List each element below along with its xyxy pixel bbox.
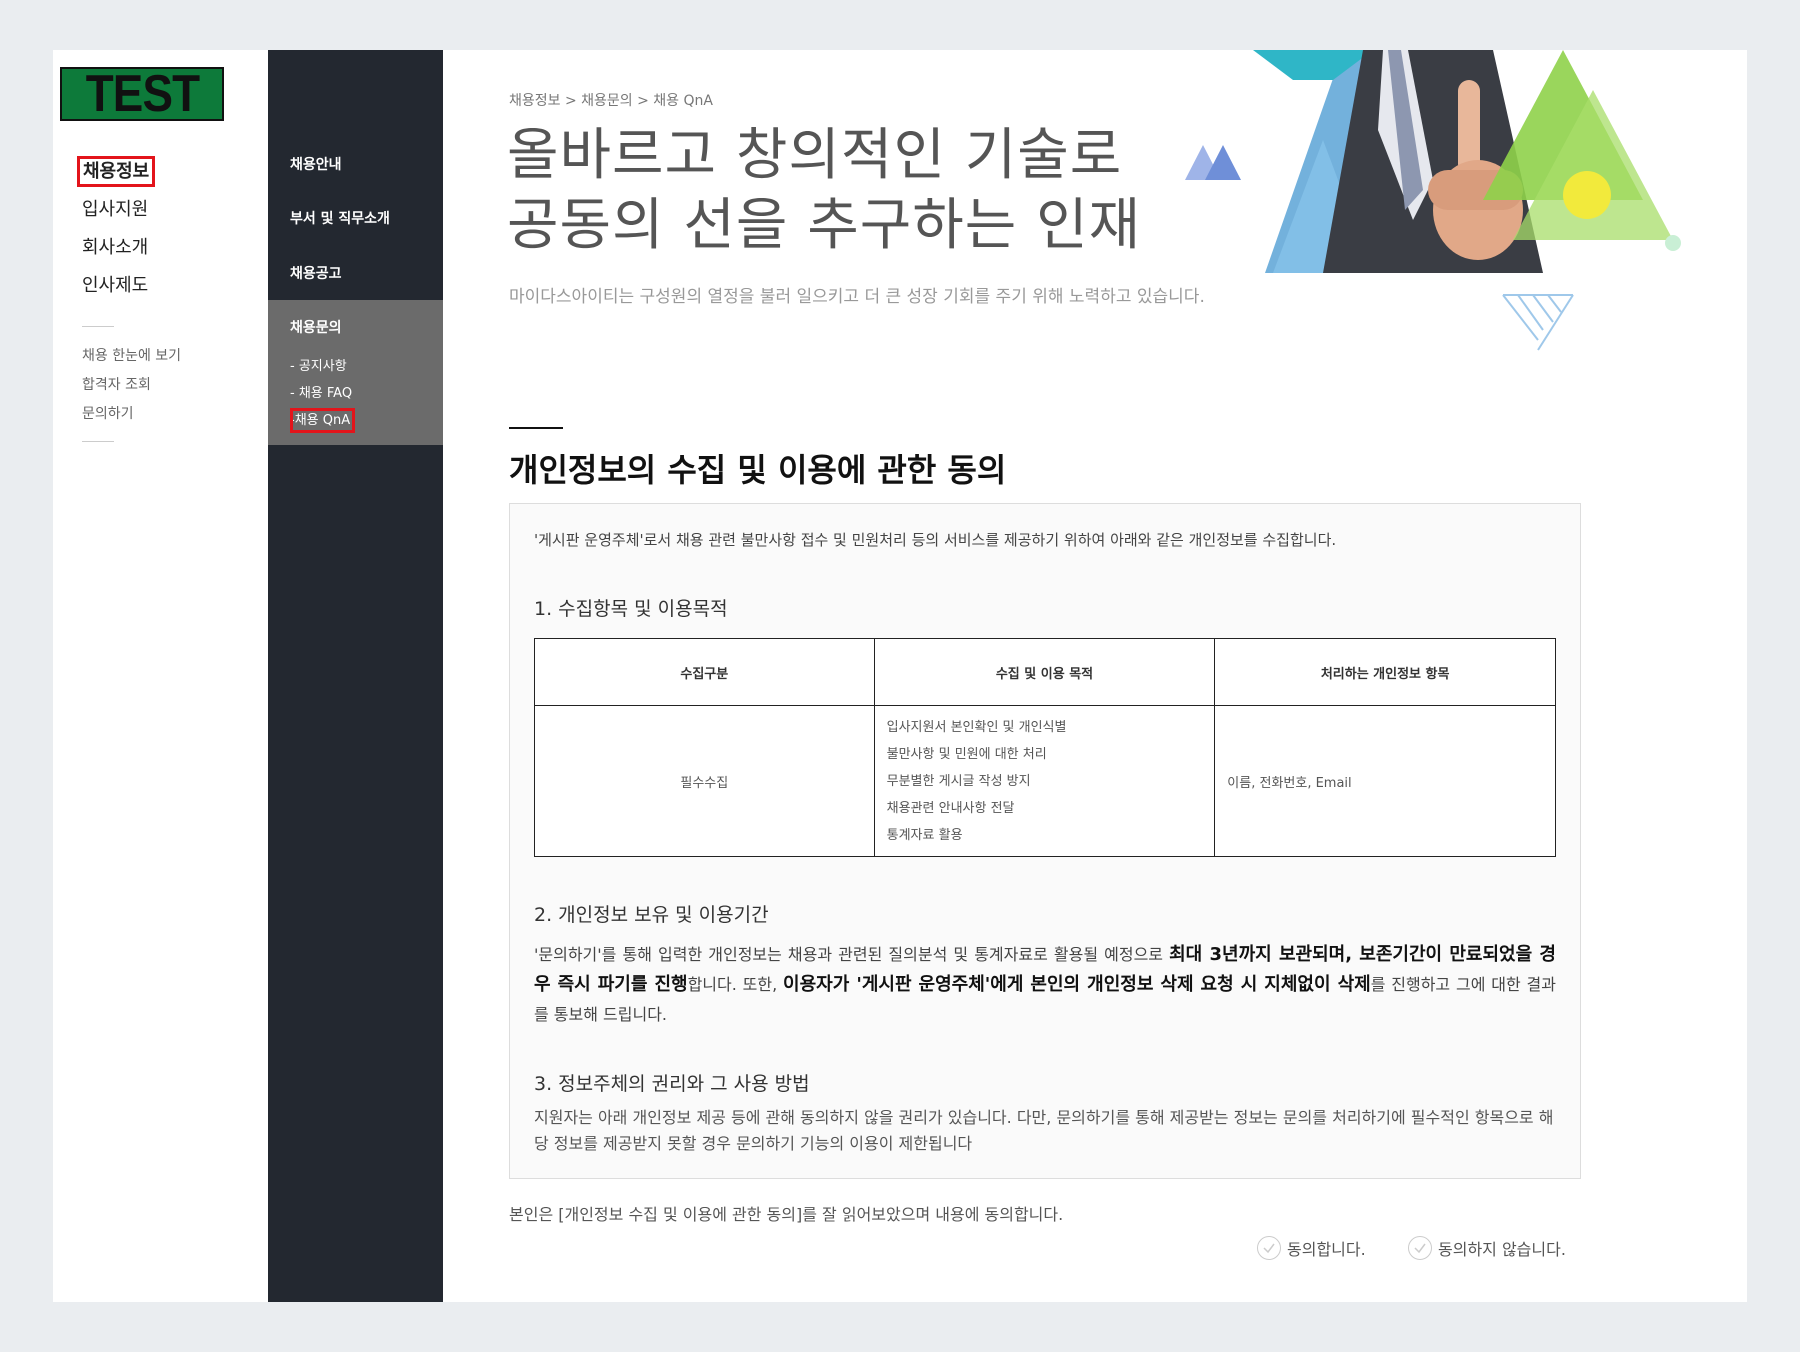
secondary-nav-qna[interactable]: -채용 QnA: [289, 408, 356, 433]
purpose-item: 불만사항 및 민원에 대한 처리: [886, 746, 1047, 762]
main-nav-item-hr-system[interactable]: 인사제도: [82, 267, 150, 305]
main-nav-item-company[interactable]: 회사소개: [82, 229, 150, 267]
section-title: 개인정보의 수집 및 이용에 관한 동의: [509, 451, 1007, 489]
quick-link-inquiry[interactable]: 문의하기: [82, 400, 181, 429]
purpose-item: 채용관련 안내사항 전달: [886, 800, 1015, 816]
secondary-nav-faq[interactable]: - 채용 FAQ: [290, 382, 352, 401]
table-cell-category: 필수수집: [534, 705, 875, 857]
purpose-item: 통계자료 활용: [886, 827, 963, 843]
main-content: 채용정보 > 채용문의 > 채용 QnA 올바르고 창의적인 기술로 공동의 선…: [443, 50, 1747, 1302]
agreement-statement: 본인은 [개인정보 수집 및 이용에 관한 동의]를 잘 읽어보았으며 내용에 …: [509, 1205, 1064, 1224]
hero-subtitle: 마이다스아이티는 구성원의 열정을 불러 일으키고 더 큰 성장 기회를 주기 …: [509, 287, 1205, 307]
policy-intro: '게시판 운영주체'로서 채용 관련 불만사항 접수 및 민원처리 등의 서비스…: [534, 531, 1337, 549]
main-nav-item-recruit-info[interactable]: 채용정보: [76, 153, 156, 191]
secondary-nav-inquiry[interactable]: 채용문의: [290, 317, 342, 337]
check-circle-icon: [1408, 1236, 1432, 1260]
secondary-nav-active-group: 채용문의 - 공지사항 - 채용 FAQ -채용 QnA: [268, 300, 443, 445]
divider: [82, 326, 114, 327]
table-header-row: 수집구분 수집 및 이용 목적 처리하는 개인정보 항목: [534, 638, 1556, 706]
policy-paragraph-3: 지원자는 아래 개인정보 제공 등에 관해 동의하지 않을 권리가 있습니다. …: [534, 1108, 1554, 1153]
page-frame: TEST 채용정보 입사지원 회사소개 인사제도 채용 한눈에 보기 합격자 조…: [53, 50, 1747, 1302]
secondary-nav-departments[interactable]: 부서 및 직무소개: [290, 208, 390, 228]
secondary-nav-guide[interactable]: 채용안내: [290, 154, 342, 174]
disagree-radio[interactable]: 동의하지 않습니다.: [1408, 1236, 1566, 1260]
purpose-item: 입사지원서 본인확인 및 개인식별: [886, 719, 1067, 735]
table-row: 필수수집 입사지원서 본인확인 및 개인식별 불만사항 및 민원에 대한 처리 …: [534, 705, 1556, 857]
secondary-nav-postings[interactable]: 채용공고: [290, 263, 342, 283]
logo[interactable]: TEST: [60, 67, 224, 121]
table-header-purpose: 수집 및 이용 목적: [873, 638, 1216, 706]
table-header-category: 수집구분: [534, 638, 875, 706]
purpose-item: 무분별한 게시글 작성 방지: [886, 773, 1031, 789]
privacy-policy-box: '게시판 운영주체'로서 채용 관련 불만사항 접수 및 민원처리 등의 서비스…: [509, 503, 1581, 1179]
secondary-nav-notice[interactable]: - 공지사항: [290, 355, 347, 374]
secondary-sidebar: 채용안내 부서 및 직무소개 채용공고 채용문의 - 공지사항 - 채용 FAQ…: [268, 50, 443, 1302]
hero-illustration: [1185, 50, 1681, 351]
section-rule: [509, 427, 563, 429]
quick-link-overview[interactable]: 채용 한눈에 보기: [82, 342, 181, 371]
policy-heading-1: 1. 수집항목 및 이용목적: [534, 598, 728, 620]
policy-heading-3: 3. 정보주체의 권리와 그 사용 방법: [534, 1073, 810, 1095]
quick-link-results[interactable]: 합격자 조회: [82, 371, 181, 400]
divider: [82, 441, 114, 442]
hero-title-line2: 공동의 선을 추구하는 인재: [507, 193, 1142, 258]
agree-radio[interactable]: 동의합니다.: [1257, 1236, 1366, 1260]
policy-paragraph-2: '문의하기'를 통해 입력한 개인정보는 채용과 관련된 질의분석 및 통계자료…: [534, 944, 1557, 1024]
primary-sidebar: TEST 채용정보 입사지원 회사소개 인사제도 채용 한눈에 보기 합격자 조…: [53, 50, 268, 1302]
main-nav: 채용정보 입사지원 회사소개 인사제도: [76, 153, 156, 305]
table-header-items: 처리하는 개인정보 항목: [1214, 638, 1556, 706]
disagree-label: 동의하지 않습니다.: [1438, 1240, 1566, 1259]
policy-heading-2: 2. 개인정보 보유 및 이용기간: [534, 904, 769, 926]
breadcrumb: 채용정보 > 채용문의 > 채용 QnA: [509, 93, 713, 109]
check-circle-icon: [1257, 1236, 1281, 1260]
table-cell-purposes: 입사지원서 본인확인 및 개인식별 불만사항 및 민원에 대한 처리 무분별한 …: [873, 705, 1216, 857]
collection-table: 수집구분 수집 및 이용 목적 처리하는 개인정보 항목 필수수집 입사지원서 …: [534, 638, 1556, 857]
agree-label: 동의합니다.: [1287, 1240, 1366, 1259]
main-nav-item-apply[interactable]: 입사지원: [82, 191, 150, 229]
hero-title-line1: 올바르고 창의적인 기술로: [507, 123, 1123, 188]
table-cell-items: 이름, 전화번호, Email: [1214, 705, 1556, 857]
quick-links: 채용 한눈에 보기 합격자 조회 문의하기: [82, 342, 181, 429]
